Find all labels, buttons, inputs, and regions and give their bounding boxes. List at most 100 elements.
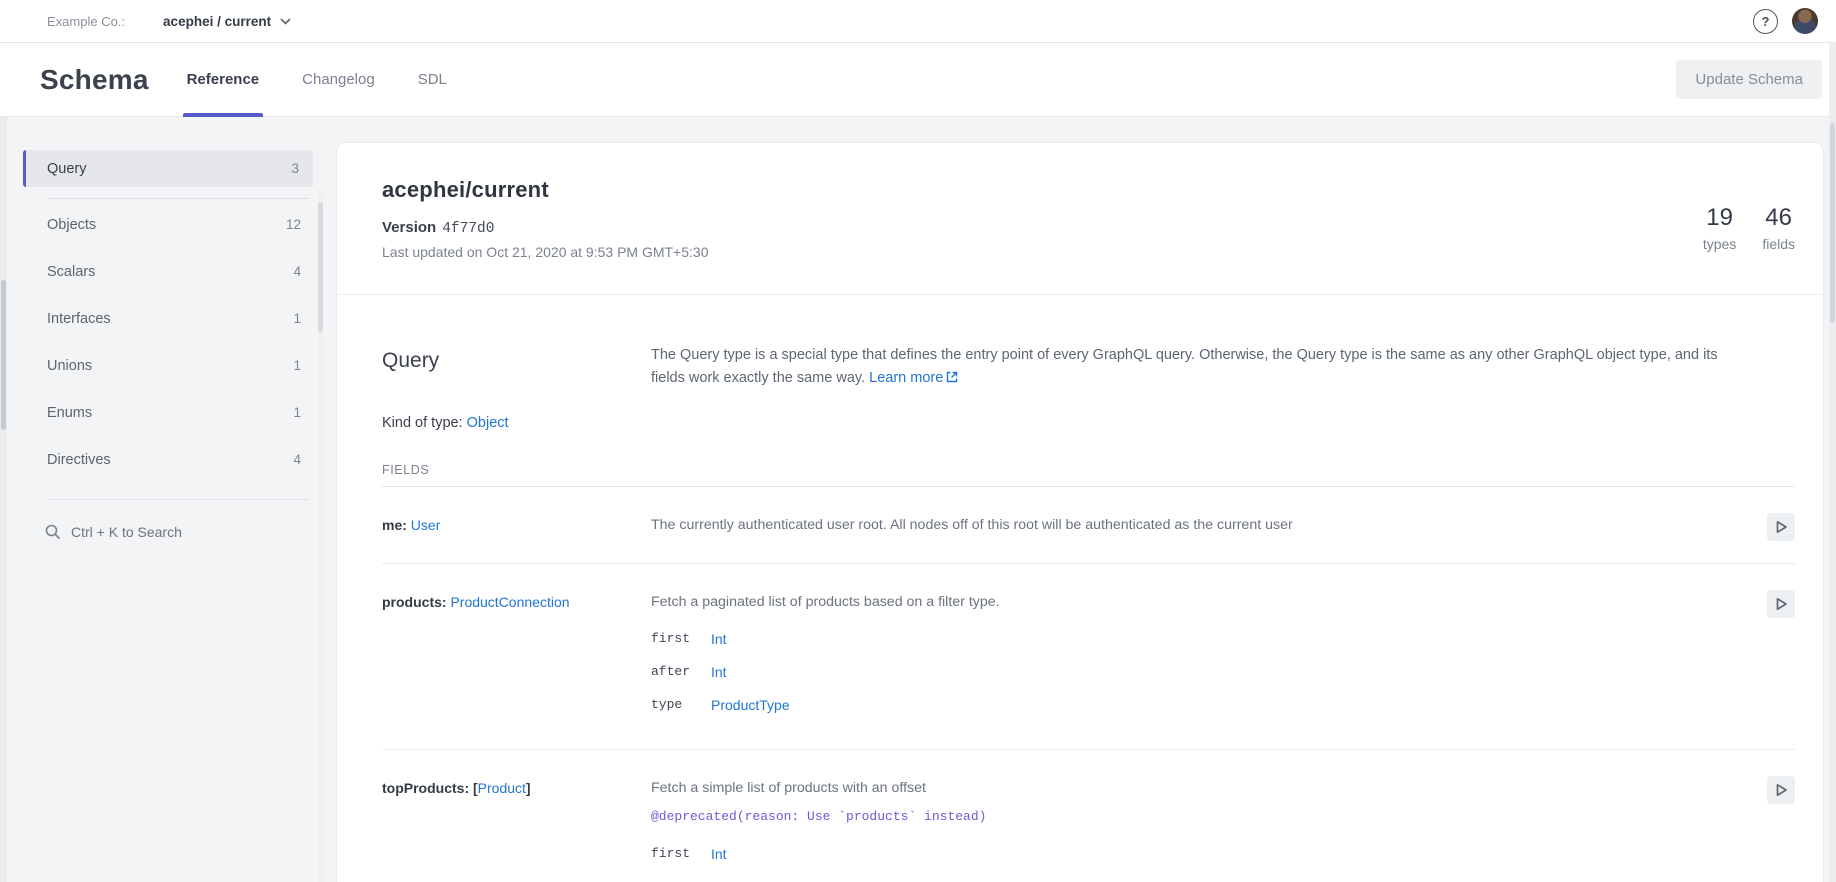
play-icon (1775, 597, 1788, 611)
field-signature: me: User (382, 515, 651, 535)
sidebar-item-count: 3 (291, 161, 299, 176)
sidebar-item-label: Query (47, 161, 87, 177)
stat-label: fields (1762, 236, 1795, 252)
sidebar-item-unions[interactable]: Unions 1 (7, 342, 318, 389)
type-description: The Query type is a special type that de… (651, 344, 1751, 390)
external-link-icon (946, 371, 958, 383)
field-type-link[interactable]: ProductConnection (450, 594, 569, 610)
learn-more-link[interactable]: Learn more (869, 370, 943, 386)
tab-sdl[interactable]: SDL (414, 43, 451, 117)
schema-stats: 19 types 46 fields (1703, 205, 1795, 252)
field-deprecated-directive: @deprecated(reason: Use `products` inste… (651, 807, 1725, 827)
stat-types: 19 types (1703, 205, 1736, 252)
kind-value-link[interactable]: Object (467, 415, 509, 431)
sidebar-item-objects[interactable]: Objects 12 (7, 201, 318, 248)
argument-row-after: after Int (651, 655, 1725, 688)
sidebar-item-count: 4 (293, 452, 301, 467)
sidebar-item-enums[interactable]: Enums 1 (7, 389, 318, 436)
sidebar-item-count: 1 (293, 405, 301, 420)
sidebar-divider (47, 499, 309, 500)
graph-selector-dropdown[interactable]: acephei / current (163, 14, 291, 29)
field-signature: topProducts: [Product] (382, 778, 651, 870)
argument-type-link[interactable]: Int (711, 631, 727, 647)
sidebar-item-label: Enums (47, 405, 92, 421)
org-label: Example Co.: (47, 14, 125, 29)
play-icon (1775, 520, 1788, 534)
sidebar-item-directives[interactable]: Directives 4 (7, 436, 318, 483)
left-scrollbar-track[interactable] (0, 117, 7, 882)
fields-section-label: FIELDS (382, 463, 1795, 477)
argument-type-link[interactable]: Int (711, 664, 727, 680)
sidebar-item-count: 12 (286, 217, 301, 232)
argument-row-first: first Int (651, 837, 1725, 870)
version-line: Version 4f77d0 (382, 219, 1795, 237)
avatar[interactable] (1792, 8, 1818, 34)
stat-value: 46 (1762, 205, 1795, 231)
stat-fields: 46 fields (1762, 205, 1795, 252)
sidebar-item-label: Objects (47, 217, 96, 233)
sidebar-item-label: Scalars (47, 264, 95, 280)
stat-label: types (1703, 236, 1736, 252)
sidebar-search[interactable]: Ctrl + K to Search (7, 512, 318, 552)
field-description: The currently authenticated user root. A… (651, 515, 1701, 535)
sidebar-list: Objects 12 Scalars 4 Interfaces 1 Unions… (7, 201, 318, 483)
tab-bar: Reference Changelog SDL (183, 43, 486, 117)
field-signature: products: ProductConnection (382, 592, 651, 721)
update-schema-button[interactable]: Update Schema (1676, 60, 1822, 99)
search-hint: Ctrl + K to Search (71, 524, 182, 540)
sidebar-scrollbar-thumb[interactable] (318, 202, 323, 332)
kind-of-type: Kind of type: Object (382, 415, 1795, 431)
fields-list: me: User The currently authenticated use… (382, 487, 1795, 882)
argument-row-first: first Int (651, 622, 1725, 655)
version-hash: 4f77d0 (442, 221, 494, 237)
tab-changelog[interactable]: Changelog (298, 43, 379, 117)
field-type-suffix: ] (526, 780, 531, 796)
field-type-link[interactable]: User (411, 517, 441, 533)
field-name: topProducts: (382, 780, 473, 796)
search-icon (45, 524, 61, 540)
run-in-explorer-button[interactable] (1767, 776, 1795, 804)
sidebar-item-label: Unions (47, 358, 92, 374)
graph-selector-label: acephei / current (163, 14, 271, 29)
argument-name: type (651, 697, 711, 712)
argument-name: first (651, 631, 711, 646)
help-icon[interactable]: ? (1753, 9, 1778, 34)
sidebar-item-query[interactable]: Query 3 (23, 150, 313, 187)
run-in-explorer-button[interactable] (1767, 590, 1795, 618)
graph-title: acephei/current (382, 177, 1795, 203)
sidebar-item-scalars[interactable]: Scalars 4 (7, 248, 318, 295)
page-title: Schema (40, 64, 149, 96)
argument-row-type: type ProductType (651, 688, 1725, 721)
kind-label: Kind of type: (382, 415, 463, 431)
field-details: Fetch a simple list of products with an … (651, 778, 1795, 870)
top-bar: Example Co.: acephei / current ? (0, 0, 1836, 43)
argument-type-link[interactable]: Int (711, 846, 727, 862)
stat-value: 19 (1703, 205, 1736, 231)
sidebar-scrollbar-track[interactable] (318, 190, 323, 882)
argument-name: first (651, 846, 711, 861)
field-row-me: me: User The currently authenticated use… (382, 487, 1795, 564)
field-name: products: (382, 594, 450, 610)
run-in-explorer-button[interactable] (1767, 513, 1795, 541)
type-description-text: The Query type is a special type that de… (651, 347, 1718, 386)
field-args: first Int (651, 837, 1725, 870)
sidebar-item-interfaces[interactable]: Interfaces 1 (7, 295, 318, 342)
type-section: Query The Query type is a special type t… (337, 295, 1823, 882)
field-description: Fetch a simple list of products with an … (651, 778, 1701, 798)
sidebar-item-label: Interfaces (47, 311, 111, 327)
field-args: first Int after Int type ProductType (651, 622, 1725, 721)
version-label: Version (382, 219, 436, 236)
sidebar-item-count: 1 (293, 358, 301, 373)
field-row-products: products: ProductConnection Fetch a pagi… (382, 564, 1795, 750)
schema-reference-card: acephei/current Version4f77d0 Last updat… (337, 143, 1823, 882)
right-scrollbar-track[interactable] (1829, 43, 1836, 882)
left-scrollbar-thumb[interactable] (1, 280, 6, 430)
sidebar-divider (47, 198, 309, 199)
field-details: The currently authenticated user root. A… (651, 515, 1795, 535)
field-row-topproducts: topProducts: [Product] Fetch a simple li… (382, 750, 1795, 882)
tab-reference[interactable]: Reference (183, 43, 264, 117)
field-description: Fetch a paginated list of products based… (651, 592, 1701, 612)
argument-type-link[interactable]: ProductType (711, 697, 790, 713)
field-type-link[interactable]: Product (478, 780, 526, 796)
right-scrollbar-thumb[interactable] (1830, 123, 1835, 323)
